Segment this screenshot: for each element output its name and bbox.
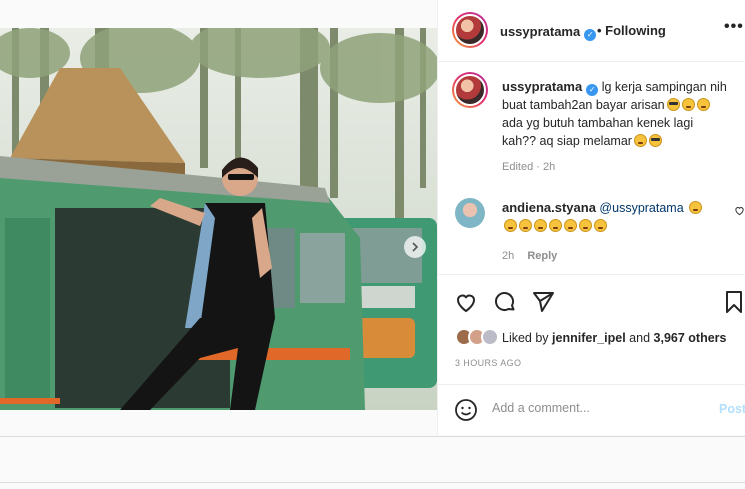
grimace-emoji-icon — [594, 219, 607, 232]
sunglasses-emoji-icon — [666, 98, 680, 111]
photo-illustration — [0, 28, 437, 410]
caption-line-4: kah?? aq siap melamar — [502, 134, 632, 148]
grimace-emoji-icon — [681, 98, 695, 111]
following-button[interactable]: • Following — [597, 23, 666, 38]
likes-prefix: Liked by — [502, 331, 549, 345]
caption-line-1: lg kerja sampingan nih — [601, 80, 727, 94]
grimace-emoji-icon — [579, 219, 592, 232]
laughing-emoji-icon — [696, 98, 710, 111]
comment-meta: 2h Reply — [502, 247, 736, 265]
grimace-emoji-icon — [519, 219, 532, 232]
like-heart-icon[interactable] — [454, 290, 478, 314]
post-timestamp: 3 HOURS AGO — [455, 358, 522, 368]
post-header: ussypratama ✓ • Following ••• — [438, 0, 745, 62]
grimace-emoji-icon — [549, 219, 562, 232]
commenter-username[interactable]: andiena.styana — [502, 200, 596, 215]
author-avatar[interactable] — [452, 12, 488, 48]
caption-line-2: buat tambah2an bayar arisan — [502, 98, 665, 112]
comment-age: 2h — [502, 250, 515, 262]
comment-like-heart-icon[interactable] — [734, 205, 745, 216]
chevron-right-icon — [412, 242, 419, 252]
page-divider — [0, 482, 745, 483]
caption-username[interactable]: ussypratama — [502, 79, 582, 94]
more-options-button[interactable]: ••• — [724, 18, 744, 36]
persevering-emoji-icon — [633, 134, 647, 147]
sunglasses-emoji-icon — [648, 134, 662, 147]
grimace-emoji-icon — [534, 219, 547, 232]
grimace-emoji-icon — [689, 201, 703, 214]
save-bookmark-icon[interactable] — [724, 290, 744, 314]
likes-user[interactable]: jennifer_ipel — [552, 331, 626, 345]
verified-badge-icon: ✓ — [586, 84, 599, 96]
author-username[interactable]: ussypratama — [500, 24, 580, 39]
emoji-smiley-icon[interactable] — [454, 398, 478, 422]
add-comment-input[interactable] — [492, 401, 702, 415]
comment-reply-button[interactable]: Reply — [527, 250, 557, 262]
post-side-panel: ussypratama ✓ • Following ••• ussypratama… — [437, 0, 745, 435]
following-label: Following — [605, 23, 666, 38]
verified-badge-icon: ✓ — [584, 29, 597, 41]
liker-avatar — [481, 328, 499, 346]
comment-icon[interactable] — [493, 290, 517, 314]
post-photo[interactable] — [0, 28, 437, 410]
likes-count[interactable]: 3,967 others — [654, 331, 727, 345]
post-caption: ussypratama ✓ lg kerja sampingan nih buat… — [502, 78, 736, 176]
carousel-next-button[interactable] — [404, 236, 426, 258]
caption-edited-time: Edited · 2h — [502, 161, 556, 173]
post-comment-button[interactable]: Post — [719, 402, 745, 416]
add-comment-bar: Post — [438, 384, 745, 435]
grimace-emoji-icon — [564, 219, 577, 232]
comment-item: andiena.styana @ussypratama 2h Reply — [502, 199, 736, 265]
grimace-emoji-icon — [504, 219, 517, 232]
liked-by-avatars[interactable] — [455, 328, 501, 346]
commenter-avatar[interactable] — [455, 198, 485, 228]
share-paper-plane-icon[interactable] — [531, 290, 555, 314]
likes-summary: Liked by jennifer_ipel and 3,967 others — [502, 331, 726, 345]
author-name-row: ussypratama ✓ — [500, 23, 597, 41]
caption-line-3: ada yg butuh tambahan kenek lagi — [502, 116, 694, 130]
instagram-post-view: ussypratama ✓ • Following ••• ussypratama… — [0, 0, 745, 489]
likes-joiner: and — [629, 331, 651, 345]
comment-mention[interactable]: @ussypratama — [599, 201, 683, 215]
caption-author-avatar[interactable] — [452, 72, 488, 108]
